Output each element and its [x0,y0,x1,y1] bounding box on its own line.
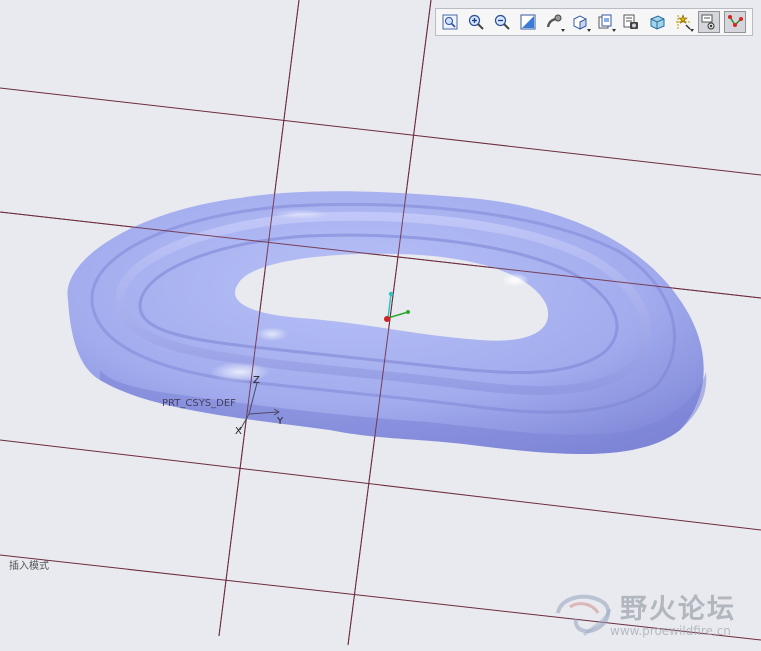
datum-display-button[interactable] [672,11,695,33]
specular-highlight [501,273,529,287]
datum-line [347,0,432,646]
datum-line [0,439,761,531]
spin-center-marker [384,291,410,322]
sketch-display-button[interactable] [724,11,747,33]
sketch-display-icon [728,15,744,27]
display-style-button[interactable] [569,11,591,33]
spin-center-button[interactable] [543,11,565,33]
model-canvas[interactable] [0,0,761,651]
watermark-url: www.proewildfire.cn [610,624,731,638]
view-manager-icon [623,14,639,29]
orientation-button[interactable] [646,11,668,33]
specular-highlight [270,209,330,219]
dropdown-arrow-icon [612,29,617,32]
dropdown-arrow-icon [690,29,695,32]
watermark-title: 野火论坛 [620,594,736,625]
zoom-out-icon [494,14,510,30]
zoom-in-icon [468,14,484,30]
annotation-display-icon [701,14,715,30]
zoom-in-button[interactable] [465,11,487,33]
datum-line [0,87,761,176]
refit-button[interactable] [439,11,461,33]
dropdown-arrow-icon [560,29,565,32]
graphics-viewport[interactable] [0,0,761,651]
csys-z-label: Z [253,375,260,386]
csys-name-label[interactable]: PRT_CSYS_DEF [162,398,236,409]
zoom-fit-icon [442,14,458,30]
csys-x-label: X [235,426,242,437]
zoom-out-button[interactable] [491,11,513,33]
orient-cube-icon [650,15,665,30]
specular-highlight [210,362,270,382]
repaint-button[interactable] [517,11,539,33]
insert-mode-indicator: 插入模式 [9,561,49,572]
annotation-display-button[interactable] [698,11,721,33]
view-toolbar [435,8,753,36]
dropdown-arrow-icon [586,29,591,32]
csys-y-label: Y [277,416,284,427]
specular-highlight [256,327,288,341]
view-manager-button[interactable] [620,11,642,33]
saved-views-button[interactable] [595,11,617,33]
repaint-icon [520,14,536,30]
watermark-swirl-icon [556,594,611,634]
